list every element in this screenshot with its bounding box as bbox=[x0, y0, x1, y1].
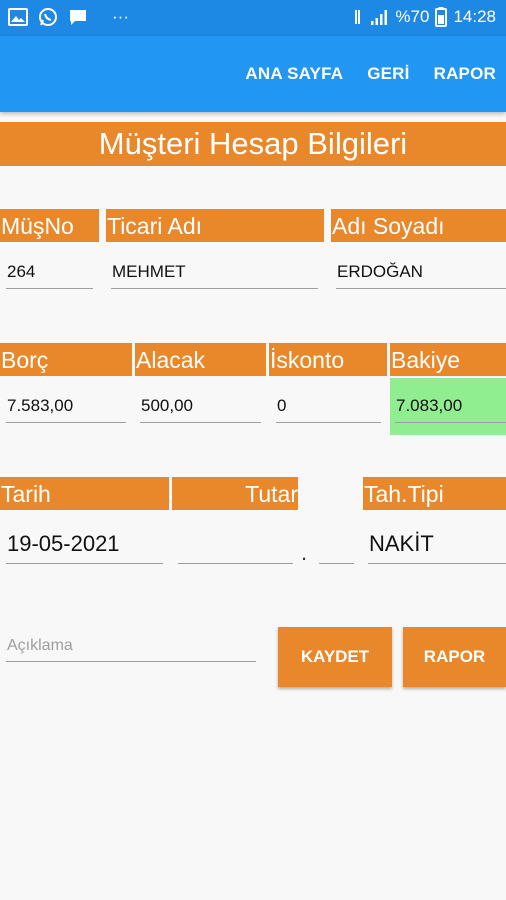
collection-type-header: Tah.Tipi bbox=[363, 477, 506, 510]
page-title: Müşteri Hesap Bilgileri bbox=[0, 122, 506, 166]
description-field[interactable]: Açıklama bbox=[6, 625, 256, 662]
full-name-field[interactable]: ERDOĞAN bbox=[336, 252, 506, 289]
amount-decimals-field[interactable] bbox=[319, 520, 354, 564]
collection-type-field[interactable]: NAKİT bbox=[368, 520, 506, 564]
customer-no-header: MüşNo bbox=[0, 209, 99, 242]
notification-icons: ··· bbox=[8, 7, 129, 27]
signal-icon bbox=[371, 10, 388, 25]
clock: 14:28 bbox=[453, 7, 496, 26]
more-notifications-icon: ··· bbox=[112, 7, 129, 26]
system-icons: %70 14:28 bbox=[353, 7, 496, 27]
report-menu-item[interactable]: RAPOR bbox=[434, 64, 496, 84]
debt-header: Borç bbox=[0, 343, 132, 376]
home-menu-item[interactable]: ANA SAYFA bbox=[245, 64, 343, 84]
customer-no-field[interactable]: 264 bbox=[6, 252, 93, 289]
battery-percent: %70 bbox=[395, 7, 430, 26]
credit-header: Alacak bbox=[135, 343, 266, 376]
discount-field[interactable]: 0 bbox=[276, 386, 381, 423]
back-menu-item[interactable]: GERİ bbox=[367, 64, 409, 84]
decimal-separator: . bbox=[301, 540, 308, 565]
debt-field[interactable]: 7.583,00 bbox=[6, 386, 126, 423]
trade-name-field[interactable]: MEHMET bbox=[111, 252, 318, 289]
status-bar: ··· %70 14:28 bbox=[0, 0, 506, 36]
amount-field[interactable] bbox=[178, 520, 293, 564]
battery-icon bbox=[435, 7, 448, 27]
balance-field[interactable]: 7.083,00 bbox=[395, 386, 506, 423]
report-button[interactable]: RAPOR bbox=[403, 627, 506, 687]
app-bar: ANA SAYFA GERİ RAPOR bbox=[0, 36, 506, 112]
balance-header: Bakiye bbox=[390, 343, 506, 376]
message-icon bbox=[70, 10, 86, 25]
amount-header: Tutar bbox=[172, 477, 298, 510]
data-arrows-icon bbox=[355, 10, 361, 24]
credit-field[interactable]: 500,00 bbox=[140, 386, 261, 423]
discount-header: İskonto bbox=[269, 343, 387, 376]
save-button[interactable]: KAYDET bbox=[278, 627, 392, 687]
trade-name-header: Ticari Adı bbox=[106, 209, 324, 242]
app-bar-menu: ANA SAYFA GERİ RAPOR bbox=[245, 64, 496, 84]
date-field[interactable]: 19-05-2021 bbox=[6, 520, 163, 564]
gallery-icon bbox=[8, 8, 28, 26]
whatsapp-icon bbox=[39, 8, 57, 26]
date-header: Tarih bbox=[0, 477, 169, 510]
full-name-header: Adı Soyadı bbox=[331, 209, 506, 242]
